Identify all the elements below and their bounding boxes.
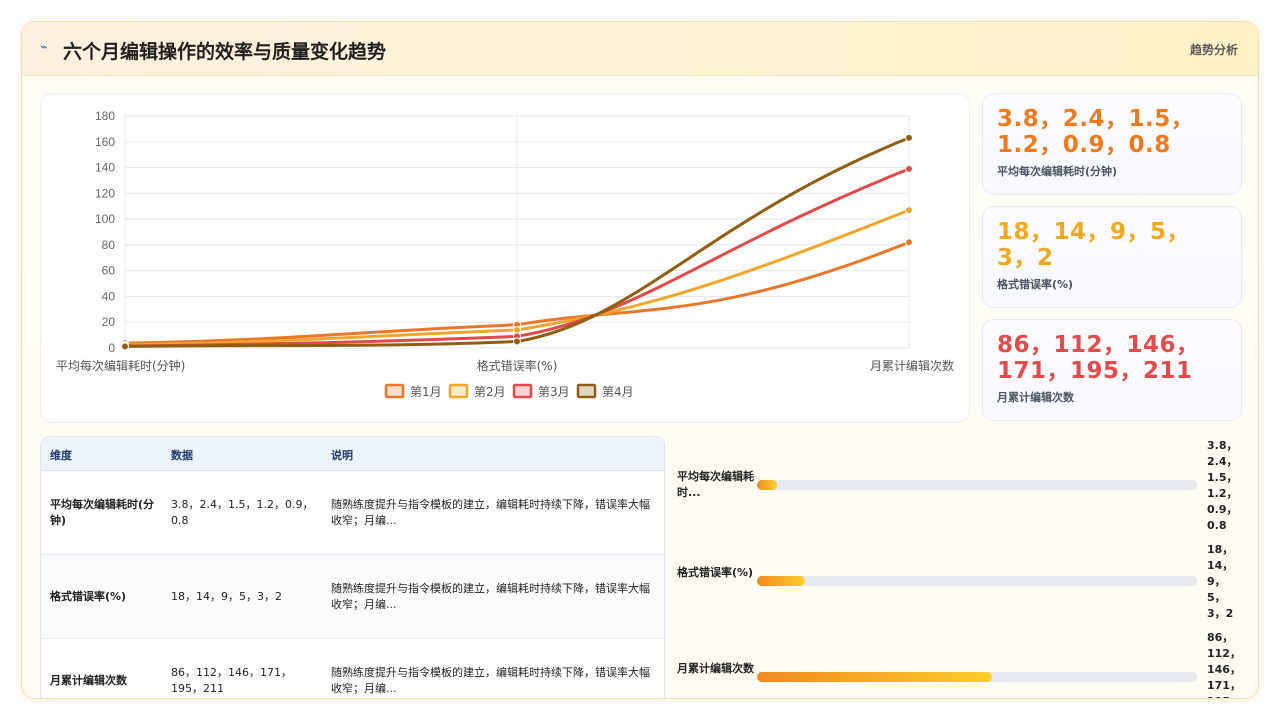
page-title: 六个月编辑操作的效率与质量变化趋势 (63, 41, 387, 63)
line-chart: 0 20 40 60 80 100 120 140 160 180 平均每次编辑耗时(分钟) 格式错误… (56, 109, 954, 399)
data-point (905, 164, 913, 173)
legend-swatch (512, 383, 533, 399)
data-point (513, 337, 521, 346)
line-chart-panel: 0 20 40 60 80 100 120 140 160 180 平均每次编辑耗时(分钟) 格式错误… (40, 93, 970, 423)
x-tick-label: 格式错误率(%) (477, 358, 558, 373)
progress-value: 3.8，2.4，1.5，1.2，0.9，0.8 (1207, 439, 1238, 532)
progress-track (757, 672, 1197, 682)
column-header-dimension: 维度 (50, 449, 72, 462)
y-tick-label: 120 (95, 186, 115, 200)
cell-note: 随熟练度提升与指令模板的建立，编辑耗时持续下降，错误率大幅收窄；月编... (331, 498, 650, 527)
progress-fill (757, 576, 806, 586)
progress-value: 86，112，146，171，195，211 (1207, 631, 1241, 698)
trend-analysis-tag[interactable]: 趋势分析 (1190, 41, 1238, 58)
progress-fill (757, 480, 777, 490)
x-tick-label: 月累计编辑次数 (870, 358, 954, 373)
cell-data: 3.8，2.4，1.5，1.2，0.9，0.8 (171, 498, 314, 527)
column-header-data: 数据 (171, 449, 193, 462)
cell-dimension: 月累计编辑次数 (50, 674, 127, 687)
table-row: 平均每次编辑耗时(分钟) 3.8，2.4，1.5，1.2，0.9，0.8 随熟练… (41, 471, 664, 555)
column-header-note: 说明 (331, 449, 353, 462)
progress-label: 月累计编辑次数 (677, 662, 754, 675)
legend-label: 第3月 (538, 385, 570, 399)
progress-item-error-rate: 格式错误率(%) 18，14，9，5，3，2 (677, 542, 1257, 642)
stat-value: 86，112，146，171，195，211 (997, 332, 1200, 384)
progress-value: 18，14，9，5，3，2 (1207, 543, 1234, 620)
progress-item-edit-count: 月累计编辑次数 86，112，146，171，195，211 (677, 630, 1257, 698)
y-tick-label: 20 (102, 315, 116, 329)
legend-label: 第4月 (602, 385, 634, 399)
stat-label: 平均每次编辑耗时(分钟) (997, 165, 1118, 178)
legend-swatch (384, 383, 405, 399)
cell-dimension: 格式错误率(%) (50, 590, 127, 603)
y-tick-label: 40 (102, 289, 116, 303)
stat-value: 18，14，9，5，3，2 (997, 219, 1191, 271)
progress-label: 格式错误率(%) (677, 566, 754, 579)
dashboard-card: ⌁ 六个月编辑操作的效率与质量变化趋势 趋势分析 0 20 40 60 80 100 120… (21, 21, 1259, 699)
y-tick-label: 60 (102, 264, 116, 278)
cell-data: 86，112，146，171，195，211 (171, 666, 292, 695)
cell-data: 18，14，9，5，3，2 (171, 590, 282, 603)
progress-item-edit-time: 平均每次编辑耗时... 3.8，2.4，1.5，1.2，0.9，0.8 (677, 438, 1257, 538)
stat-label: 格式错误率(%) (997, 278, 1074, 291)
stat-card-error-rate: 18，14，9，5，3，2 格式错误率(%) (982, 206, 1242, 308)
cell-note: 随熟练度提升与指令模板的建立，编辑耗时持续下降，错误率大幅收窄；月编... (331, 666, 650, 695)
data-table: 维度 数据 说明 平均每次编辑耗时(分钟) 3.8，2.4，1.5，1.2，0.… (40, 436, 665, 698)
y-tick-label: 100 (95, 212, 115, 226)
stat-card-edit-time: 3.8，2.4，1.5，1.2，0.9，0.8 平均每次编辑耗时(分钟) (982, 93, 1242, 195)
data-point (905, 238, 913, 247)
table-row: 月累计编辑次数 86，112，146，171，195，211 随熟练度提升与指令… (41, 639, 664, 698)
data-point (121, 342, 129, 351)
table-header: 维度 数据 说明 (41, 437, 664, 471)
cell-dimension: 平均每次编辑耗时(分钟) (50, 498, 155, 527)
legend-swatch (448, 383, 469, 399)
header-bar: ⌁ 六个月编辑操作的效率与质量变化趋势 趋势分析 (22, 22, 1258, 76)
progress-fill (757, 672, 993, 682)
y-tick-label: 0 (108, 341, 115, 355)
y-tick-label: 80 (102, 238, 116, 252)
stat-label: 月累计编辑次数 (997, 391, 1074, 404)
legend-label: 第1月 (410, 385, 442, 399)
data-point (905, 206, 913, 215)
legend-label: 第2月 (474, 385, 506, 399)
x-tick-label: 平均每次编辑耗时(分钟) (56, 358, 185, 373)
table-row: 格式错误率(%) 18，14，9，5，3，2 随熟练度提升与指令模板的建立，编辑… (41, 555, 664, 639)
progress-track (757, 480, 1197, 490)
progress-label: 平均每次编辑耗时... (677, 470, 754, 499)
progress-track (757, 576, 1197, 586)
stat-card-edit-count: 86，112，146，171，195，211 月累计编辑次数 (982, 319, 1242, 421)
legend-swatch (576, 383, 597, 399)
y-tick-label: 140 (95, 161, 115, 175)
y-tick-label: 160 (95, 135, 115, 149)
y-tick-label: 180 (95, 109, 115, 123)
sparkline-icon: ⌁ (40, 40, 48, 55)
data-point (905, 133, 913, 142)
cell-note: 随熟练度提升与指令模板的建立，编辑耗时持续下降，错误率大幅收窄；月编... (331, 582, 650, 611)
stat-value: 3.8，2.4，1.5，1.2，0.9，0.8 (997, 106, 1195, 158)
